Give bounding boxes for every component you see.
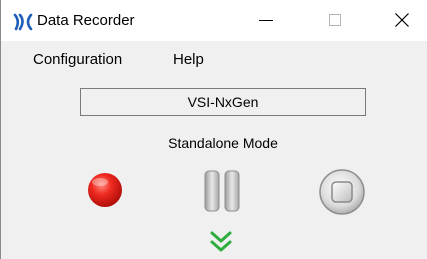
maximize-button[interactable] [312, 0, 358, 41]
menu-configuration[interactable]: Configuration [33, 51, 122, 68]
device-name-field: VSI-NxGen [80, 88, 366, 116]
menu-help[interactable]: Help [173, 51, 204, 68]
maximize-icon [329, 14, 341, 26]
record-icon [88, 173, 122, 207]
pause-button[interactable] [200, 168, 244, 214]
data-recorder-app-icon [13, 13, 33, 31]
pause-icon [204, 170, 240, 212]
title-bar[interactable]: Data Recorder [1, 0, 427, 41]
mode-label: Standalone Mode [168, 135, 278, 151]
menu-bar: Configuration Help [1, 41, 427, 75]
stop-icon [319, 169, 365, 215]
close-button[interactable] [379, 0, 425, 41]
expand-button[interactable] [208, 230, 234, 254]
window-title: Data Recorder [37, 12, 135, 29]
minimize-button[interactable] [243, 0, 289, 41]
close-icon [395, 13, 409, 27]
record-button[interactable] [85, 170, 125, 210]
data-recorder-window: Data Recorder Configuration Help VSI-NxG… [0, 0, 427, 259]
minimize-icon [259, 20, 273, 21]
double-chevron-down-icon [210, 231, 232, 252]
stop-button[interactable] [317, 167, 367, 217]
